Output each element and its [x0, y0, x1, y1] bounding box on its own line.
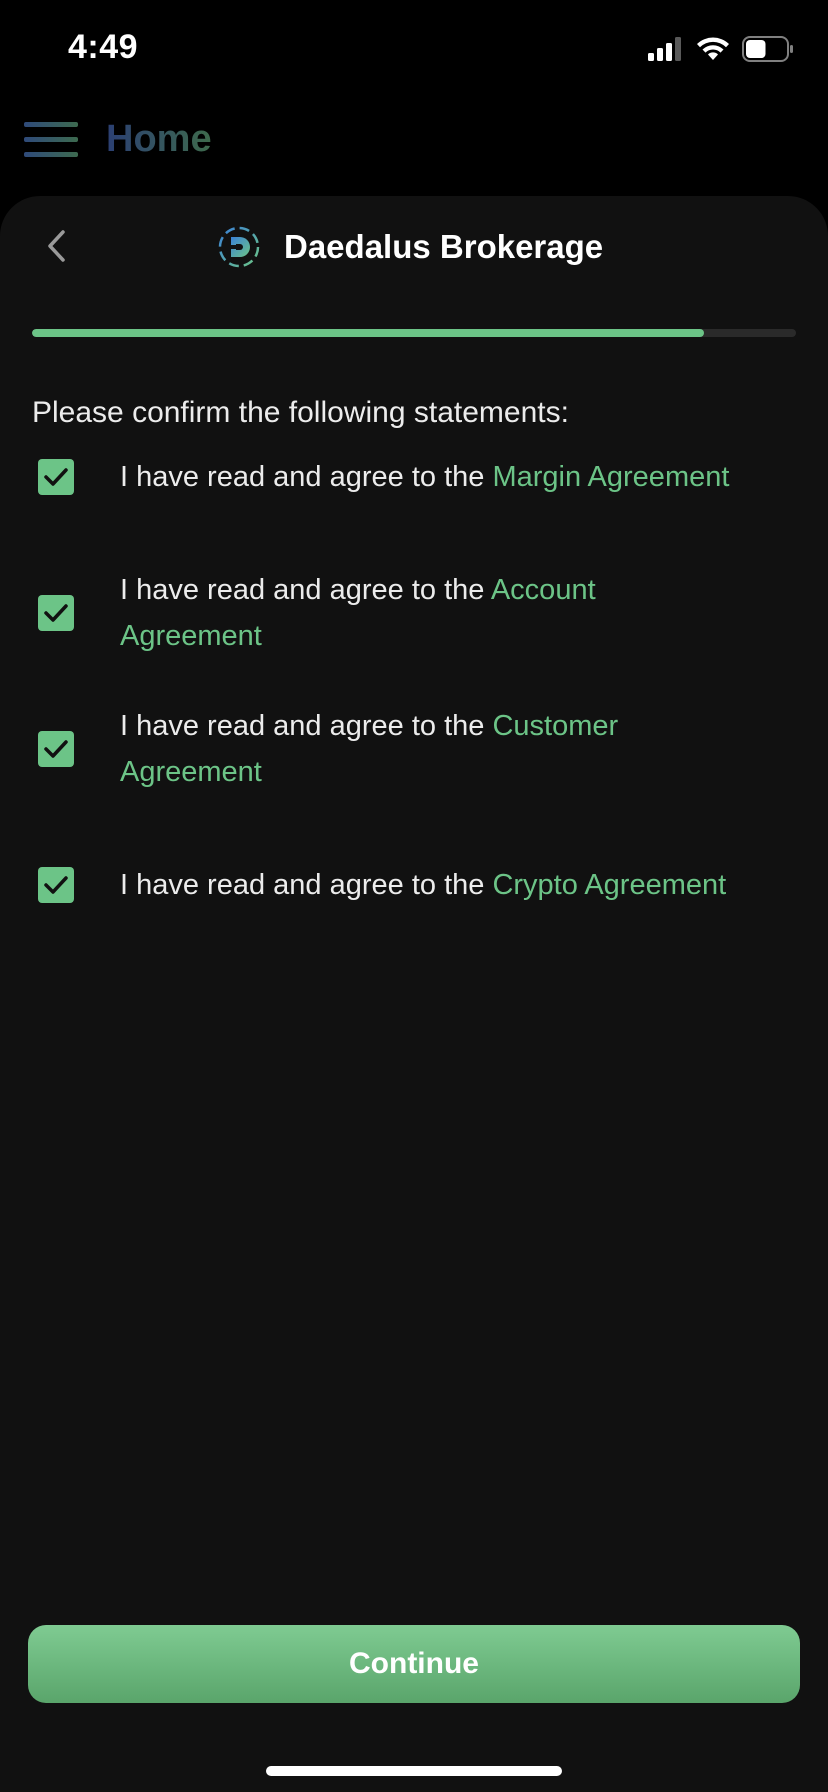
status-bar: 4:49	[0, 0, 828, 100]
hamburger-menu-icon[interactable]	[24, 122, 78, 158]
checkmark-icon	[44, 876, 68, 894]
margin-agreement-link[interactable]: Margin Agreement	[492, 461, 729, 493]
crypto-agreement-link[interactable]: Crypto Agreement	[492, 869, 726, 901]
statement-margin: I have read and agree to the Margin Agre…	[38, 454, 798, 500]
chevron-left-icon	[48, 230, 65, 262]
header-title: Home	[106, 118, 212, 160]
statement-text: I have read and agree to the Customer Ag…	[120, 710, 619, 788]
statement-text: I have read and agree to the Account Agr…	[120, 574, 596, 652]
instructions-text: Please confirm the following statements:	[32, 396, 569, 429]
app-header: Home	[0, 100, 828, 196]
brand: Daedalus Brokerage	[216, 224, 603, 270]
brokerage-sheet: Daedalus Brokerage Please confirm the fo…	[0, 196, 828, 1792]
wifi-icon	[697, 37, 729, 60]
statement-account: I have read and agree to the Account Agr…	[38, 567, 798, 659]
checkmark-icon	[44, 740, 68, 758]
back-button[interactable]	[28, 218, 84, 274]
checkbox-margin[interactable]	[38, 459, 74, 495]
cellular-signal-icon	[648, 37, 681, 61]
checkbox-customer[interactable]	[38, 731, 74, 767]
statement-customer: I have read and agree to the Customer Ag…	[38, 703, 798, 795]
daedalus-logo-icon	[218, 226, 260, 268]
progress-bar	[32, 329, 796, 337]
sheet-title: Daedalus Brokerage	[284, 228, 604, 265]
statement-crypto: I have read and agree to the Crypto Agre…	[38, 862, 798, 908]
continue-button[interactable]: Continue	[28, 1625, 800, 1703]
status-icons	[648, 36, 794, 62]
battery-icon	[742, 36, 793, 62]
checkbox-crypto[interactable]	[38, 867, 74, 903]
checkmark-icon	[44, 468, 68, 486]
checkmark-icon	[44, 604, 68, 622]
statement-text: I have read and agree to the Crypto Agre…	[120, 869, 727, 901]
checkbox-account[interactable]	[38, 595, 74, 631]
status-time: 4:49	[68, 28, 139, 66]
screen: 4:49 Home Daedalus Brokerage Please conf…	[0, 0, 828, 1792]
home-indicator	[266, 1766, 562, 1776]
progress-fill	[32, 329, 705, 337]
statement-text: I have read and agree to the Margin Agre…	[120, 461, 730, 493]
